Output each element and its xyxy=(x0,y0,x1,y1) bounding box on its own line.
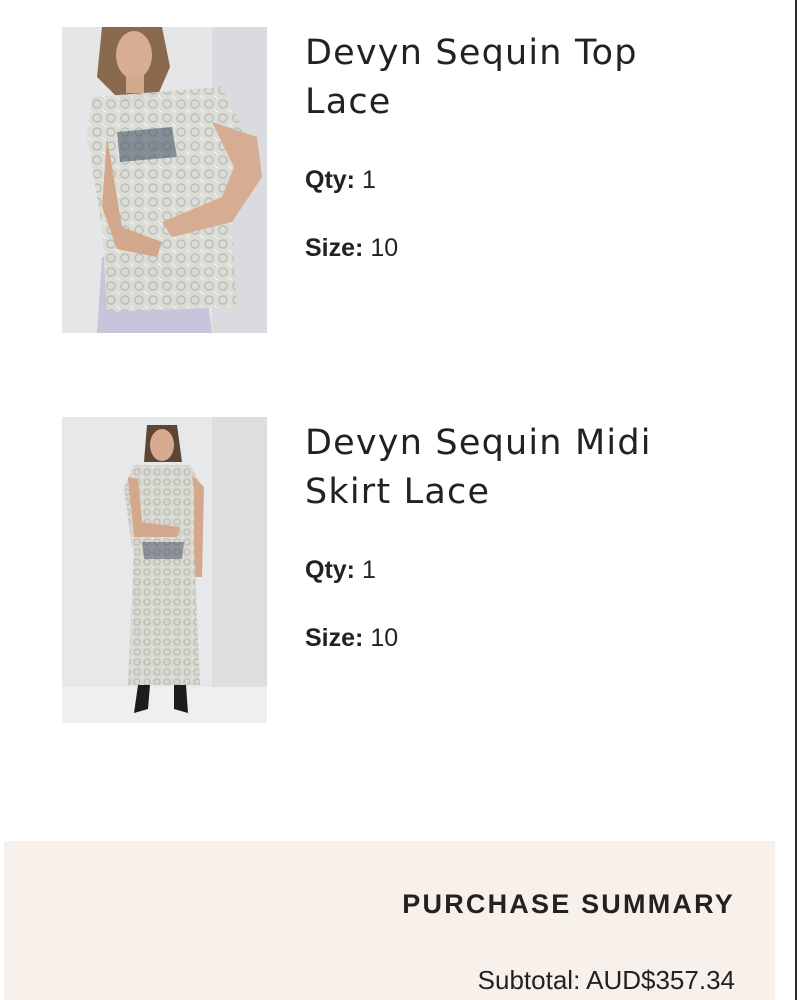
subtotal-label: Subtotal: xyxy=(477,965,581,995)
quantity-row: Qty: 1 xyxy=(305,555,376,585)
product-image[interactable] xyxy=(62,27,267,333)
product-photo-skirt xyxy=(62,417,267,723)
purchase-summary-panel: PURCHASE SUMMARY Subtotal: AUD$357.34 xyxy=(4,841,775,1000)
product-name-line: Devyn Sequin Top xyxy=(305,33,638,73)
quantity-row: Qty: 1 xyxy=(305,165,376,195)
product-image[interactable] xyxy=(62,417,267,723)
product-info: Devyn Sequin Midi Skirt Lace Qty: 1 Size… xyxy=(305,419,745,652)
subtotal-value: AUD$357.34 xyxy=(586,965,735,995)
quantity-value: 1 xyxy=(361,166,376,194)
size-value: 10 xyxy=(370,624,399,652)
product-photo-top xyxy=(62,27,267,333)
product-name-line: Lace xyxy=(305,82,392,122)
purchase-summary-title: PURCHASE SUMMARY xyxy=(402,889,735,919)
quantity-label: Qty: xyxy=(305,166,355,194)
size-label: Size: xyxy=(305,624,364,652)
product-name[interactable]: Devyn Sequin Top Lace xyxy=(305,29,745,127)
scrollbar-edge xyxy=(795,0,797,1000)
order-confirmation-page: Devyn Sequin Top Lace Qty: 1 Size: 10 De… xyxy=(0,0,801,1000)
size-value: 10 xyxy=(370,234,399,262)
product-info: Devyn Sequin Top Lace Qty: 1 Size: 10 xyxy=(305,29,745,262)
size-row: Size: 10 xyxy=(305,233,398,263)
quantity-label: Qty: xyxy=(305,556,355,584)
size-label: Size: xyxy=(305,234,364,262)
product-name-line: Devyn Sequin Midi xyxy=(305,423,652,463)
product-name[interactable]: Devyn Sequin Midi Skirt Lace xyxy=(305,419,745,517)
subtotal-row: Subtotal: AUD$357.34 xyxy=(478,965,735,996)
product-name-line: Skirt Lace xyxy=(305,472,491,512)
quantity-value: 1 xyxy=(361,556,376,584)
size-row: Size: 10 xyxy=(305,623,398,653)
